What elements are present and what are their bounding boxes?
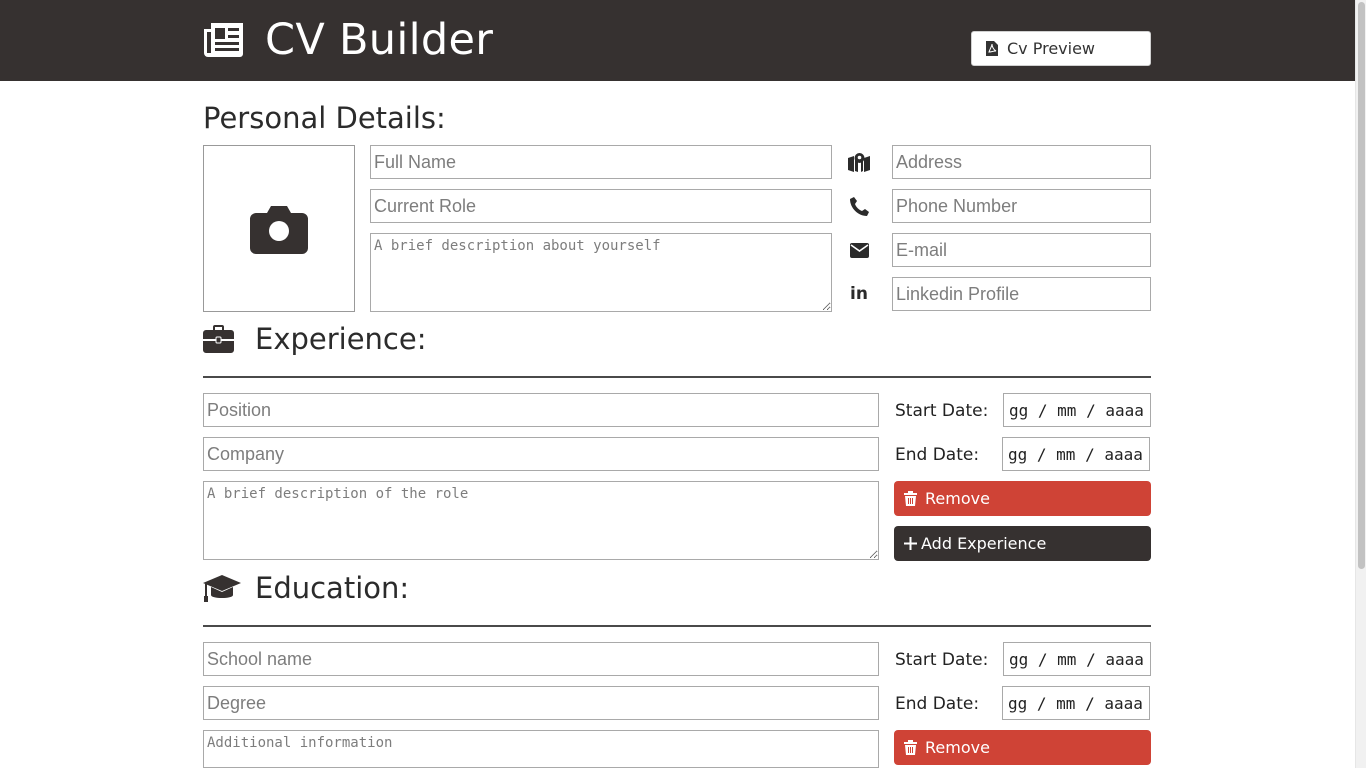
- additional-info-textarea[interactable]: [203, 730, 879, 768]
- add-experience-label: Add Experience: [921, 534, 1047, 553]
- experience-end-label: End Date:: [895, 445, 980, 465]
- education-start-label: Start Date:: [895, 650, 989, 670]
- app-header: CV Builder Cv Preview: [0, 0, 1355, 81]
- remove-experience-label: Remove: [925, 489, 990, 508]
- experience-end-date-input[interactable]: gg / mm / aaaa: [1002, 437, 1150, 471]
- add-experience-button[interactable]: Add Experience: [894, 526, 1151, 561]
- email-input[interactable]: [892, 233, 1151, 267]
- cv-preview-button[interactable]: Cv Preview: [971, 31, 1151, 66]
- personal-details-title: Personal Details:: [203, 101, 446, 135]
- address-input[interactable]: [892, 145, 1151, 179]
- phone-input[interactable]: [892, 189, 1151, 223]
- file-pdf-icon: [986, 41, 998, 56]
- experience-start-date-input[interactable]: gg / mm / aaaa: [1003, 393, 1151, 427]
- envelope-icon: [848, 239, 870, 261]
- remove-education-label: Remove: [925, 738, 990, 757]
- education-divider: [203, 625, 1151, 627]
- photo-upload[interactable]: [203, 145, 355, 312]
- experience-title: Experience:: [255, 322, 427, 356]
- briefcase-icon: [203, 325, 234, 353]
- role-description-textarea[interactable]: [203, 481, 879, 560]
- trash-icon: [904, 740, 917, 755]
- education-start-date-input[interactable]: gg / mm / aaaa: [1003, 642, 1151, 676]
- newspaper-icon: [204, 23, 243, 57]
- linkedin-icon: in: [850, 284, 868, 304]
- position-input[interactable]: [203, 393, 879, 427]
- education-end-date-input[interactable]: gg / mm / aaaa: [1002, 686, 1150, 720]
- education-end-label: End Date:: [895, 694, 980, 714]
- linkedin-input[interactable]: [892, 277, 1151, 311]
- current-role-input[interactable]: [370, 189, 832, 223]
- experience-divider: [203, 376, 1151, 378]
- school-name-input[interactable]: [203, 642, 879, 676]
- page-scrollbar[interactable]: [1355, 0, 1366, 768]
- company-input[interactable]: [203, 437, 879, 471]
- education-title: Education:: [255, 571, 410, 605]
- remove-experience-button[interactable]: Remove: [894, 481, 1151, 516]
- degree-input[interactable]: [203, 686, 879, 720]
- experience-start-label: Start Date:: [895, 401, 989, 421]
- camera-icon: [250, 205, 308, 254]
- graduation-cap-icon: [203, 575, 241, 602]
- full-name-input[interactable]: [370, 145, 832, 179]
- about-textarea[interactable]: [370, 233, 832, 312]
- plus-icon: [904, 537, 917, 550]
- app-title: CV Builder: [265, 15, 494, 65]
- trash-icon: [904, 491, 917, 506]
- remove-education-button[interactable]: Remove: [894, 730, 1151, 765]
- map-icon: [848, 151, 870, 173]
- cv-preview-label: Cv Preview: [1007, 39, 1096, 58]
- phone-icon: [848, 195, 870, 217]
- scrollbar-thumb[interactable]: [1358, 2, 1365, 569]
